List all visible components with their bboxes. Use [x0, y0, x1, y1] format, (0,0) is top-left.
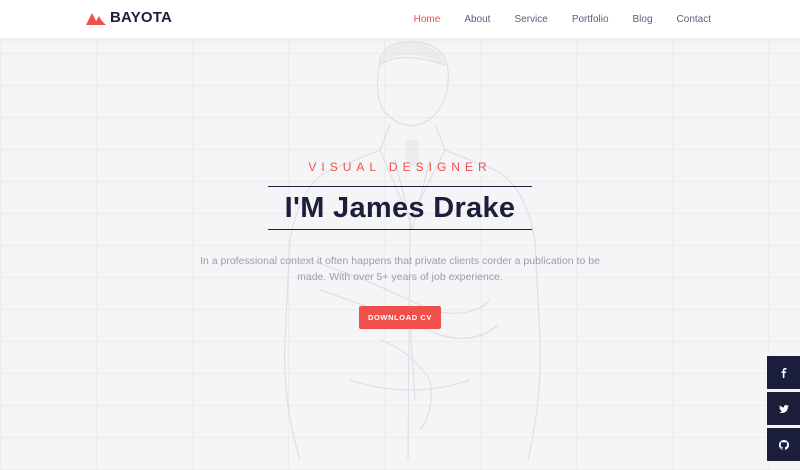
top-navbar: BAYOTA Home About Service Portfolio Blog…	[0, 0, 800, 38]
nav-item-service[interactable]: Service	[514, 14, 547, 25]
hero-section	[0, 0, 800, 470]
facebook-button[interactable]	[767, 356, 800, 389]
hero-title-frame: I'M James Drake	[268, 186, 532, 230]
download-cv-button[interactable]: DOWNLOAD CV	[359, 306, 441, 329]
nav-item-portfolio[interactable]: Portfolio	[572, 14, 609, 25]
twitter-button[interactable]	[767, 392, 800, 425]
nav-item-blog[interactable]: Blog	[633, 14, 653, 25]
hero-kicker: VISUAL DESIGNER	[308, 160, 492, 174]
nav-item-about[interactable]: About	[464, 14, 490, 25]
twitter-icon	[778, 404, 789, 413]
hero-title: I'M James Drake	[284, 191, 516, 224]
github-icon	[778, 439, 789, 450]
brand[interactable]: BAYOTA	[86, 9, 172, 26]
github-button[interactable]	[767, 428, 800, 461]
brand-logo-icon	[86, 12, 106, 25]
hero-description: In a professional context it often happe…	[200, 255, 600, 283]
social-sidebar	[767, 356, 800, 464]
main-nav: Home About Service Portfolio Blog Contac…	[390, 0, 711, 38]
hero-background-portrait	[283, 41, 541, 461]
nav-item-home[interactable]: Home	[414, 14, 441, 25]
facebook-icon	[781, 367, 786, 378]
nav-item-contact[interactable]: Contact	[677, 14, 711, 25]
brand-name: BAYOTA	[110, 9, 173, 26]
